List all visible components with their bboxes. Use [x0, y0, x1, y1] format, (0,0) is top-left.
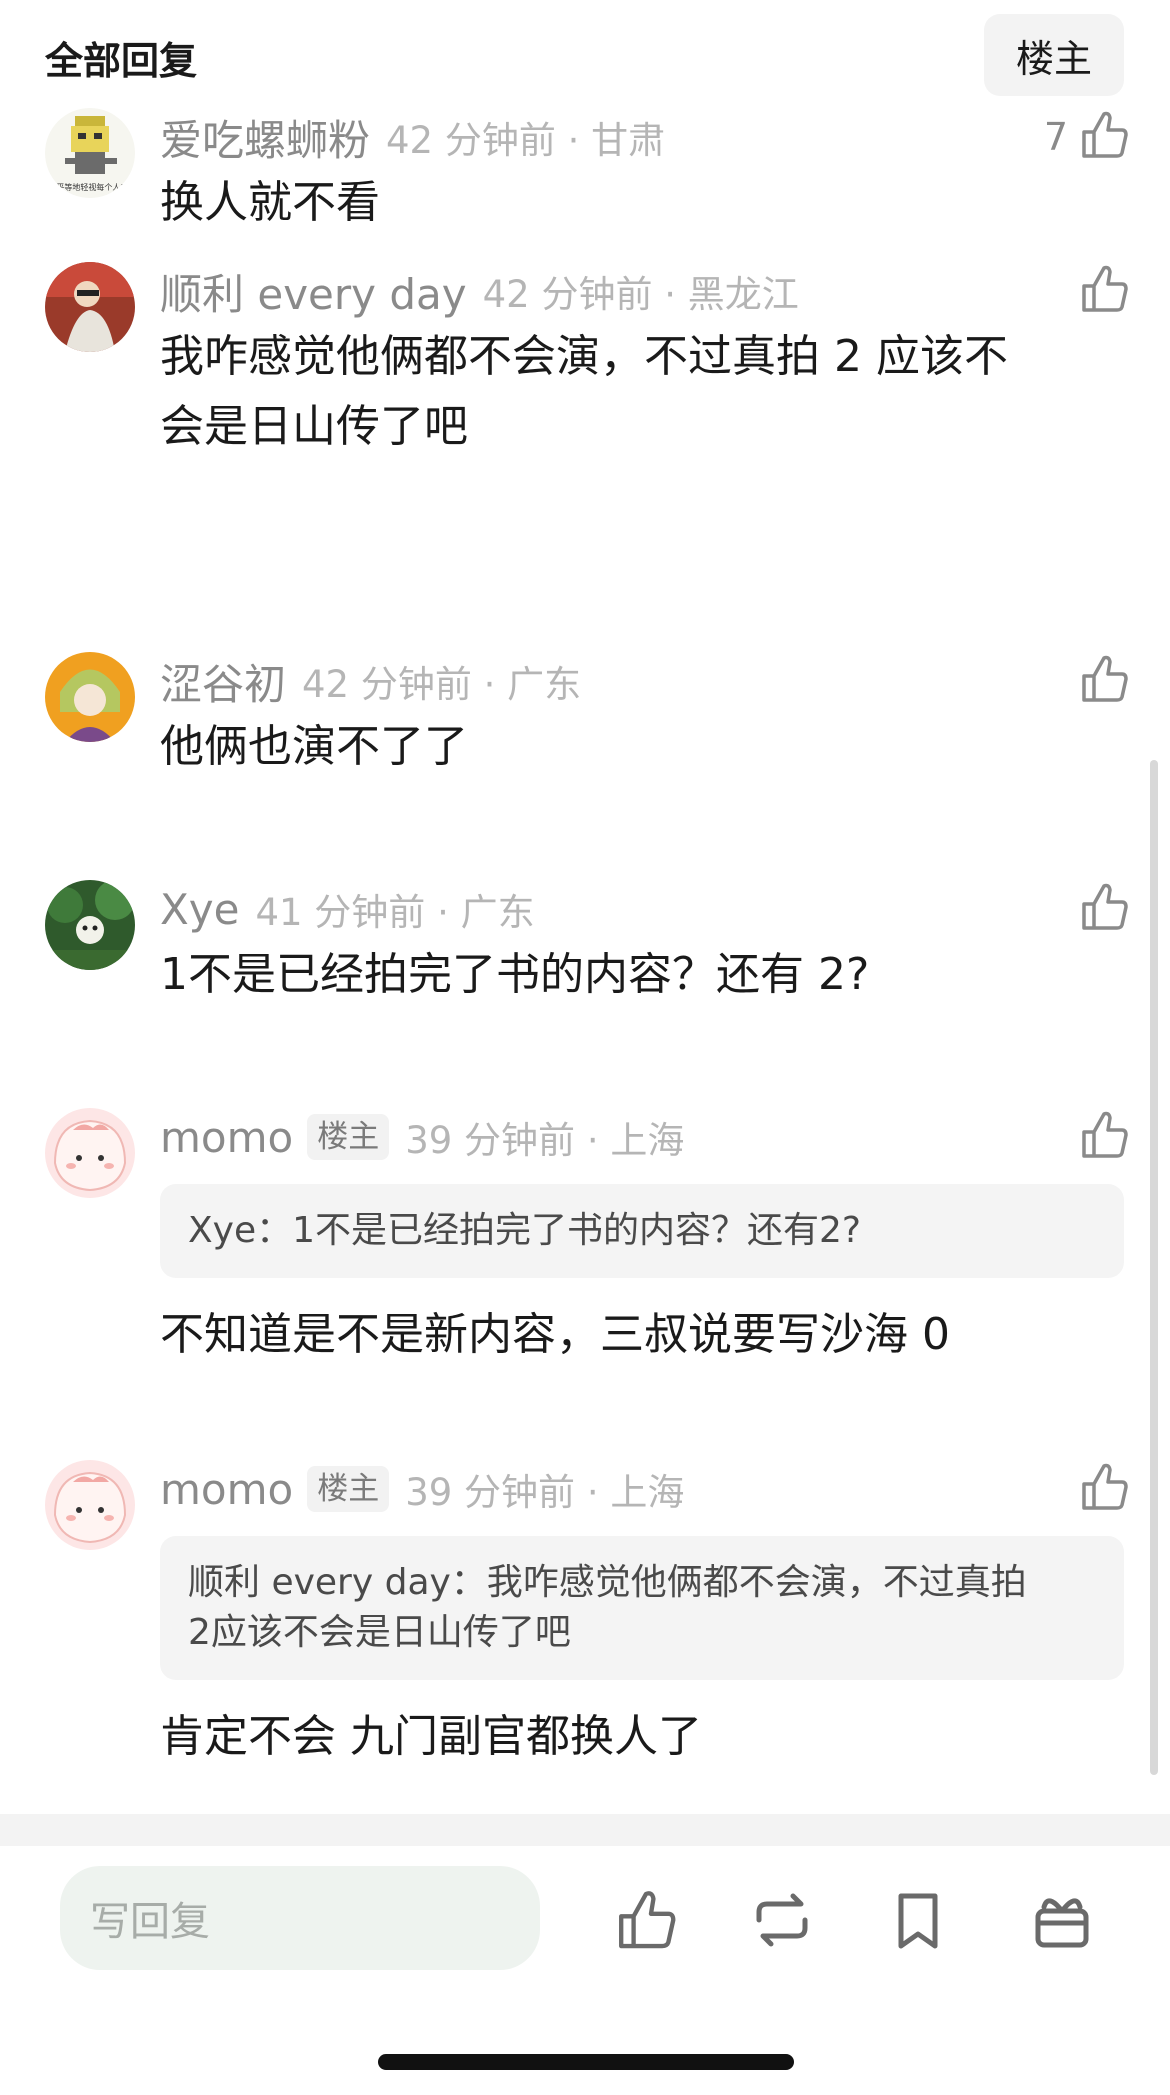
quoted-reply[interactable]: Xye：1不是已经拍完了书的内容？还有2? [160, 1184, 1124, 1278]
comment-text: 1不是已经拍完了书的内容？还有 2? [160, 949, 870, 1000]
thumbs-up-icon[interactable] [610, 1884, 682, 1956]
time-location: 42 分钟前 · 黑龙江 [482, 273, 799, 316]
like-button[interactable]: 7 [1044, 108, 1128, 166]
scrollbar[interactable] [1150, 760, 1158, 1775]
avatar[interactable]: 平等地轻视每个人! [45, 108, 135, 198]
avatar[interactable] [45, 262, 135, 352]
username[interactable]: 涩谷初 [160, 651, 286, 712]
comment-text: 肯定不会 九门副官都换人了 [160, 1711, 702, 1762]
like-button[interactable] [1080, 1108, 1128, 1166]
username[interactable]: momo [160, 1113, 293, 1162]
divider [0, 1814, 1170, 1846]
thumbs-up-icon [1080, 654, 1128, 708]
like-count: 7 [1043, 115, 1068, 159]
time-location: 42 分钟前 · 甘肃 [386, 119, 666, 162]
home-indicator[interactable] [378, 2054, 794, 2070]
like-button[interactable] [1080, 1460, 1128, 1518]
op-badge: 楼主 [307, 1114, 390, 1160]
time-location: 39 分钟前 · 上海 [405, 1471, 685, 1514]
comment-text: 我咋感觉他俩都不会演，不过真拍 2 应该不 会是日山传了吧 [160, 331, 1008, 452]
repost-icon[interactable] [746, 1884, 818, 1956]
svg-text:平等地轻视每个人!: 平等地轻视每个人! [56, 182, 123, 192]
header: 全部回复 楼主 [0, 0, 1170, 110]
thumbs-up-icon [1080, 110, 1128, 164]
username[interactable]: momo [160, 1465, 293, 1514]
avatar[interactable] [45, 880, 135, 970]
comment-text: 不知道是不是新内容，三叔说要写沙海 0 [160, 1309, 950, 1360]
avatar[interactable] [45, 1108, 135, 1198]
thumbs-up-icon [1080, 1462, 1128, 1516]
avatar[interactable] [45, 1460, 135, 1550]
owner-filter-button[interactable]: 楼主 [984, 14, 1124, 96]
page-title: 全部回复 [45, 39, 198, 83]
username[interactable]: 爱吃螺蛳粉 [160, 107, 370, 168]
op-badge: 楼主 [307, 1466, 390, 1512]
time-location: 41 分钟前 · 广东 [255, 891, 535, 934]
comment-text: 换人就不看 [160, 177, 380, 228]
username[interactable]: 顺利 every day [160, 261, 467, 322]
thumbs-up-icon [1080, 1110, 1128, 1164]
quoted-reply[interactable]: 顺利 every day：我咋感觉他俩都不会演，不过真拍 2应该不会是日山传了吧 [160, 1536, 1124, 1680]
thumbs-up-icon [1080, 882, 1128, 936]
reply-input[interactable]: 写回复 [60, 1866, 540, 1970]
thumbs-up-icon [1080, 264, 1128, 318]
username[interactable]: Xye [160, 885, 239, 934]
avatar[interactable] [45, 652, 135, 742]
time-location: 42 分钟前 · 广东 [302, 663, 582, 706]
like-button[interactable] [1080, 652, 1128, 710]
gift-icon[interactable] [1026, 1884, 1098, 1956]
like-button[interactable] [1080, 262, 1128, 320]
like-button[interactable] [1080, 880, 1128, 938]
comment-text: 他俩也演不了了 [160, 721, 468, 772]
bookmark-icon[interactable] [882, 1884, 954, 1956]
time-location: 39 分钟前 · 上海 [405, 1119, 685, 1162]
